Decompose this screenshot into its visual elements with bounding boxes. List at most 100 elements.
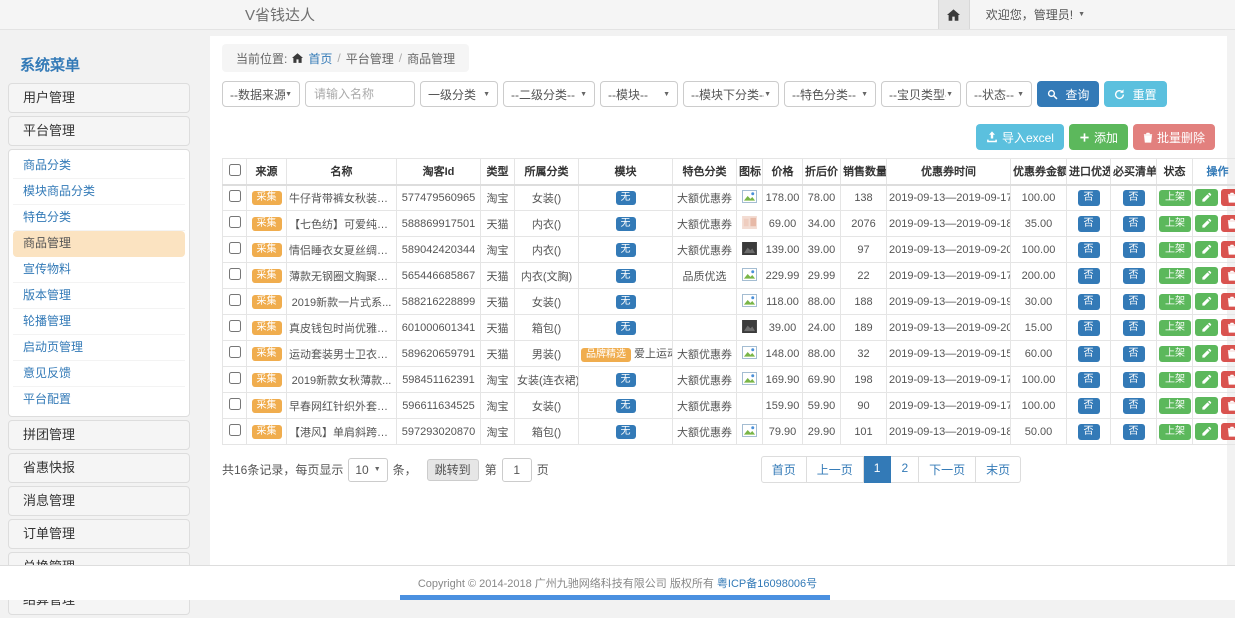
row-checkbox[interactable]	[229, 424, 241, 436]
sidebar-subitem[interactable]: 启动页管理	[13, 335, 185, 361]
row-checkbox[interactable]	[229, 242, 241, 254]
status-toggle[interactable]: 上架	[1159, 242, 1191, 258]
import-select-toggle[interactable]: 否	[1078, 216, 1100, 232]
status-toggle[interactable]: 上架	[1159, 268, 1191, 284]
edit-button[interactable]	[1195, 371, 1218, 388]
filter-select-4[interactable]: --模块下分类--▼	[683, 81, 779, 107]
delete-button[interactable]	[1221, 397, 1235, 414]
sidebar-item-3[interactable]: 省惠快报	[8, 453, 190, 483]
row-checkbox[interactable]	[229, 190, 241, 202]
sidebar-subitem[interactable]: 商品分类	[13, 153, 185, 179]
icp-link[interactable]: 粤ICP备16098006号	[717, 575, 817, 591]
delete-button[interactable]	[1221, 371, 1235, 388]
sidebar-item-5[interactable]: 订单管理	[8, 519, 190, 549]
sidebar-item-2[interactable]: 拼团管理	[8, 420, 190, 450]
edit-button[interactable]	[1195, 215, 1218, 232]
pager-item[interactable]: 上一页	[807, 456, 864, 483]
edit-button[interactable]	[1195, 345, 1218, 362]
filter-select-6[interactable]: --宝贝类型--▼	[881, 81, 961, 107]
sidebar-item-4[interactable]: 消息管理	[8, 486, 190, 516]
per-page-select[interactable]: 10▼	[348, 458, 387, 482]
must-buy-toggle[interactable]: 否	[1123, 424, 1145, 440]
must-buy-toggle[interactable]: 否	[1123, 216, 1145, 232]
filter-select-5[interactable]: --特色分类--▼	[784, 81, 876, 107]
row-checkbox[interactable]	[229, 294, 241, 306]
edit-button[interactable]	[1195, 423, 1218, 440]
must-buy-toggle[interactable]: 否	[1123, 242, 1145, 258]
must-buy-toggle[interactable]: 否	[1123, 346, 1145, 362]
import-select-toggle[interactable]: 否	[1078, 424, 1100, 440]
delete-button[interactable]	[1221, 345, 1235, 362]
batch-delete-button[interactable]: 批量删除	[1133, 124, 1215, 150]
breadcrumb-item[interactable]: 商品管理	[407, 50, 455, 67]
must-buy-toggle[interactable]: 否	[1123, 398, 1145, 414]
sidebar-subitem[interactable]: 特色分类	[13, 205, 185, 231]
import-select-toggle[interactable]: 否	[1078, 268, 1100, 284]
search-button[interactable]: 查询	[1037, 81, 1099, 107]
delete-button[interactable]	[1221, 189, 1235, 206]
status-toggle[interactable]: 上架	[1159, 372, 1191, 388]
sidebar-subitem[interactable]: 版本管理	[13, 283, 185, 309]
filter-select-7[interactable]: --状态--▼	[966, 81, 1032, 107]
breadcrumb-home-link[interactable]: 首页	[308, 50, 332, 67]
horizontal-scrollbar-thumb[interactable]	[400, 595, 830, 600]
filter-select-3[interactable]: --模块--▼	[600, 81, 678, 107]
must-buy-toggle[interactable]: 否	[1123, 372, 1145, 388]
pager-item[interactable]: 1	[864, 456, 892, 483]
pager-item[interactable]: 首页	[761, 456, 807, 483]
must-buy-toggle[interactable]: 否	[1123, 294, 1145, 310]
home-button[interactable]	[938, 0, 970, 29]
row-checkbox[interactable]	[229, 268, 241, 280]
row-checkbox[interactable]	[229, 372, 241, 384]
filter-select-2[interactable]: --二级分类--▼	[503, 81, 595, 107]
row-checkbox[interactable]	[229, 320, 241, 332]
sidebar-subitem[interactable]: 宣传物料	[13, 257, 185, 283]
status-toggle[interactable]: 上架	[1159, 294, 1191, 310]
edit-button[interactable]	[1195, 267, 1218, 284]
row-checkbox[interactable]	[229, 216, 241, 228]
edit-button[interactable]	[1195, 293, 1218, 310]
status-toggle[interactable]: 上架	[1159, 190, 1191, 206]
sidebar-item-0[interactable]: 用户管理	[8, 83, 190, 113]
import-select-toggle[interactable]: 否	[1078, 346, 1100, 362]
row-checkbox[interactable]	[229, 398, 241, 410]
select-all-checkbox[interactable]	[229, 164, 241, 176]
status-toggle[interactable]: 上架	[1159, 424, 1191, 440]
delete-button[interactable]	[1221, 423, 1235, 440]
add-button[interactable]: 添加	[1069, 124, 1128, 150]
status-toggle[interactable]: 上架	[1159, 346, 1191, 362]
import-select-toggle[interactable]: 否	[1078, 294, 1100, 310]
data-source-select[interactable]: --数据来源--▼	[222, 81, 300, 107]
status-toggle[interactable]: 上架	[1159, 216, 1191, 232]
sidebar-subitem[interactable]: 意见反馈	[13, 361, 185, 387]
page-number-input[interactable]	[502, 458, 532, 482]
sidebar-subitem[interactable]: 平台配置	[13, 387, 185, 413]
import-select-toggle[interactable]: 否	[1078, 242, 1100, 258]
delete-button[interactable]	[1221, 267, 1235, 284]
sidebar-subitem[interactable]: 商品管理	[13, 231, 185, 257]
must-buy-toggle[interactable]: 否	[1123, 268, 1145, 284]
edit-button[interactable]	[1195, 397, 1218, 414]
sidebar-subitem[interactable]: 轮播管理	[13, 309, 185, 335]
delete-button[interactable]	[1221, 241, 1235, 258]
jump-button[interactable]: 跳转到	[427, 459, 479, 481]
pager-item[interactable]: 末页	[976, 456, 1021, 483]
delete-button[interactable]	[1221, 293, 1235, 310]
import-select-toggle[interactable]: 否	[1078, 398, 1100, 414]
import-select-toggle[interactable]: 否	[1078, 190, 1100, 206]
status-toggle[interactable]: 上架	[1159, 398, 1191, 414]
reset-button[interactable]: 重置	[1104, 81, 1166, 107]
pager-item[interactable]: 下一页	[919, 456, 976, 483]
import-excel-button[interactable]: 导入excel	[976, 124, 1064, 150]
name-search-input[interactable]	[305, 81, 415, 107]
user-menu[interactable]: 欢迎您，管理员! ▼	[986, 6, 1085, 23]
status-toggle[interactable]: 上架	[1159, 320, 1191, 336]
filter-select-1[interactable]: 一级分类▼	[420, 81, 498, 107]
sidebar-item-1[interactable]: 平台管理	[8, 116, 190, 146]
edit-button[interactable]	[1195, 189, 1218, 206]
must-buy-toggle[interactable]: 否	[1123, 190, 1145, 206]
delete-button[interactable]	[1221, 319, 1235, 336]
import-select-toggle[interactable]: 否	[1078, 320, 1100, 336]
row-checkbox[interactable]	[229, 346, 241, 358]
breadcrumb-item[interactable]: 平台管理	[346, 50, 394, 67]
